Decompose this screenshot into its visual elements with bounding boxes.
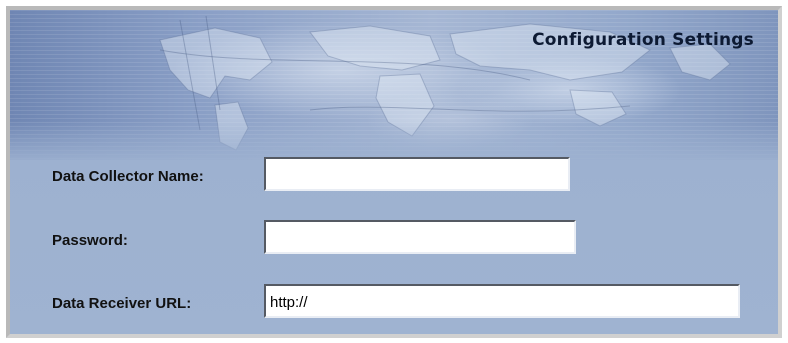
password-label: Password: bbox=[52, 232, 128, 249]
password-input[interactable] bbox=[264, 220, 576, 254]
page-title: Configuration Settings bbox=[532, 30, 754, 50]
collector-name-label: Data Collector Name: bbox=[52, 168, 204, 185]
collector-name-input[interactable] bbox=[264, 157, 570, 191]
world-map-banner: Configuration Settings bbox=[10, 10, 778, 165]
receiver-url-input[interactable] bbox=[264, 284, 740, 318]
configuration-panel: Configuration Settings Data Collector Na… bbox=[6, 6, 782, 338]
receiver-url-label: Data Receiver URL: bbox=[52, 295, 192, 312]
